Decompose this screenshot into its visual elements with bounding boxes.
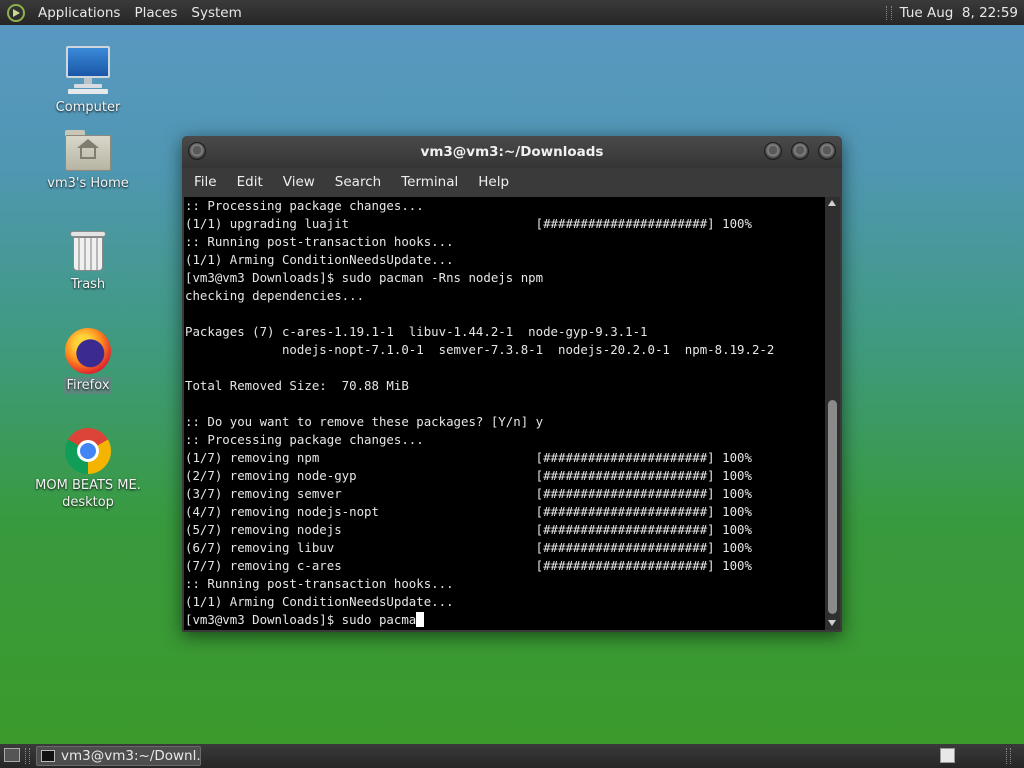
terminal-line: (3/7) removing semver [#################… bbox=[185, 486, 752, 501]
terminal-line: :: Running post-transaction hooks... bbox=[185, 234, 454, 249]
terminal-prompt: [vm3@vm3 Downloads]$ sudo pacma bbox=[185, 612, 417, 627]
terminal-line: (4/7) removing nodejs-nopt [############… bbox=[185, 504, 752, 519]
menu-help[interactable]: Help bbox=[468, 174, 519, 190]
desktop-icon-computer[interactable]: Computer bbox=[33, 46, 143, 116]
panel-separator bbox=[1006, 748, 1011, 764]
desktop-icon-mom-beats-me[interactable]: MOM BEATS ME. desktop bbox=[33, 428, 143, 511]
window-titlebar[interactable]: vm3@vm3:~/Downloads bbox=[182, 136, 842, 168]
distro-logo-icon[interactable] bbox=[7, 3, 25, 22]
terminal-line: (1/1) upgrading luajit [################… bbox=[185, 216, 752, 231]
close-button[interactable] bbox=[818, 142, 836, 160]
menu-edit[interactable]: Edit bbox=[227, 174, 273, 190]
text-cursor bbox=[416, 612, 425, 627]
terminal-line: nodejs-nopt-7.1.0-1 semver-7.3.8-1 nodej… bbox=[185, 342, 775, 357]
chrome-icon bbox=[65, 428, 111, 474]
vertical-scrollbar[interactable] bbox=[825, 197, 840, 630]
terminal-line: (7/7) removing c-ares [#################… bbox=[185, 558, 752, 573]
terminal-line: :: Processing package changes... bbox=[185, 432, 424, 447]
home-folder-icon bbox=[65, 130, 111, 172]
desktop-icon-trash[interactable]: Trash bbox=[33, 229, 143, 293]
places-menu[interactable]: Places bbox=[127, 5, 184, 21]
clock[interactable]: Tue Aug 8, 22:59 bbox=[900, 5, 1018, 21]
workspace-switcher[interactable] bbox=[940, 748, 955, 763]
terminal-line: (2/7) removing node-gyp [###############… bbox=[185, 468, 752, 483]
scrollbar-thumb[interactable] bbox=[828, 400, 837, 614]
menu-terminal[interactable]: Terminal bbox=[391, 174, 468, 190]
panel-separator bbox=[885, 5, 892, 20]
terminal-output[interactable]: :: Processing package changes... (1/1) u… bbox=[184, 197, 825, 630]
terminal-line: checking dependencies... bbox=[185, 288, 365, 303]
minimize-button[interactable] bbox=[764, 142, 782, 160]
terminal-line: (1/7) removing npm [####################… bbox=[185, 450, 752, 465]
terminal-window: vm3@vm3:~/Downloads File Edit View Searc… bbox=[182, 136, 842, 632]
terminal-line: :: Running post-transaction hooks... bbox=[185, 576, 454, 591]
terminal-menubar: File Edit View Search Terminal Help bbox=[182, 168, 842, 196]
terminal-line: Total Removed Size: 70.88 MiB bbox=[185, 378, 409, 393]
maximize-button[interactable] bbox=[791, 142, 809, 160]
terminal-prompt-line[interactable]: [vm3@vm3 Downloads]$ sudo pacma bbox=[184, 611, 825, 629]
taskbar-item-terminal[interactable]: vm3@vm3:~/Downl... bbox=[36, 746, 201, 766]
terminal-line: (1/1) Arming ConditionNeedsUpdate... bbox=[185, 252, 454, 267]
desktop-icon-label: Computer bbox=[55, 100, 121, 115]
computer-icon bbox=[64, 46, 112, 96]
desktop-icon-label: Trash bbox=[70, 277, 106, 292]
trash-icon bbox=[70, 229, 106, 273]
menu-view[interactable]: View bbox=[273, 174, 325, 190]
menu-search[interactable]: Search bbox=[325, 174, 391, 190]
top-panel: Applications Places System Tue Aug 8, 22… bbox=[0, 0, 1024, 25]
terminal-line: :: Processing package changes... bbox=[185, 198, 424, 213]
terminal-line: [vm3@vm3 Downloads]$ sudo pacman -Rns no… bbox=[185, 270, 544, 285]
desktop-icon-firefox[interactable]: Firefox bbox=[33, 328, 143, 394]
terminal-line: (6/7) removing libuv [##################… bbox=[185, 540, 752, 555]
scroll-down-arrow-icon[interactable] bbox=[828, 620, 836, 626]
scroll-up-arrow-icon[interactable] bbox=[828, 200, 836, 206]
desktop-icon-label: vm3's Home bbox=[47, 176, 129, 191]
terminal-line: Packages (7) c-ares-1.19.1-1 libuv-1.44.… bbox=[185, 324, 648, 339]
bottom-panel: vm3@vm3:~/Downl... bbox=[0, 744, 1024, 768]
firefox-icon bbox=[65, 328, 111, 374]
desktop-icon-label: Firefox bbox=[64, 377, 112, 394]
terminal-line: (1/1) Arming ConditionNeedsUpdate... bbox=[185, 594, 454, 609]
system-menu[interactable]: System bbox=[184, 5, 248, 21]
window-title: vm3@vm3:~/Downloads bbox=[420, 144, 604, 160]
menu-file[interactable]: File bbox=[182, 174, 227, 190]
show-desktop-icon[interactable] bbox=[4, 748, 20, 762]
taskbar-item-label: vm3@vm3:~/Downl... bbox=[61, 748, 201, 764]
terminal-icon bbox=[41, 750, 55, 762]
desktop-icon-home[interactable]: vm3's Home bbox=[33, 130, 143, 192]
desktop-icon-label: MOM BEATS ME. desktop bbox=[35, 478, 141, 510]
terminal-line: (5/7) removing nodejs [#################… bbox=[185, 522, 752, 537]
applications-menu[interactable]: Applications bbox=[31, 5, 127, 21]
terminal-line: :: Do you want to remove these packages?… bbox=[185, 414, 544, 429]
panel-separator bbox=[25, 748, 30, 764]
